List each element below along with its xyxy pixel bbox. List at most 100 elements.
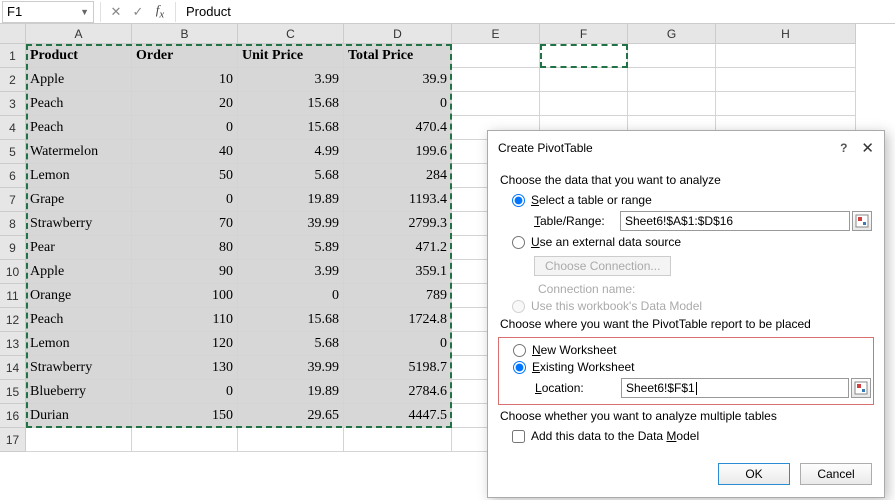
row-header[interactable]: 8	[0, 212, 26, 236]
cell[interactable]: 15.68	[238, 116, 344, 140]
cell[interactable]: Strawberry	[26, 212, 132, 236]
cell[interactable]: 284	[344, 164, 452, 188]
fx-icon[interactable]: fx	[149, 2, 171, 21]
cell[interactable]: 50	[132, 164, 238, 188]
cell[interactable]: 1193.4	[344, 188, 452, 212]
row-header[interactable]: 15	[0, 380, 26, 404]
cancel-formula-icon[interactable]: ✕	[105, 4, 127, 20]
name-box[interactable]: F1 ▼	[2, 1, 94, 23]
cell[interactable]: 20	[132, 92, 238, 116]
col-header-H[interactable]: H	[716, 24, 856, 44]
location-range-picker-icon[interactable]	[851, 378, 871, 398]
row-header[interactable]: 13	[0, 332, 26, 356]
radio-existing-worksheet[interactable]: Existing Worksheet	[513, 360, 871, 374]
cell[interactable]: Lemon	[26, 332, 132, 356]
cell[interactable]	[628, 92, 716, 116]
cell[interactable]: Strawberry	[26, 356, 132, 380]
cell[interactable]	[132, 428, 238, 452]
row-header[interactable]: 6	[0, 164, 26, 188]
col-header-G[interactable]: G	[628, 24, 716, 44]
cell[interactable]: 70	[132, 212, 238, 236]
cell[interactable]: Order	[132, 44, 238, 68]
cell[interactable]: 40	[132, 140, 238, 164]
row-header[interactable]: 9	[0, 236, 26, 260]
cell[interactable]: 90	[132, 260, 238, 284]
row-header[interactable]: 14	[0, 356, 26, 380]
ok-button[interactable]: OK	[718, 463, 790, 485]
cell[interactable]: 19.89	[238, 188, 344, 212]
col-header-F[interactable]: F	[540, 24, 628, 44]
row-header[interactable]: 12	[0, 308, 26, 332]
cell[interactable]: Peach	[26, 308, 132, 332]
cell[interactable]: Durian	[26, 404, 132, 428]
col-header-E[interactable]: E	[452, 24, 540, 44]
row-header[interactable]: 10	[0, 260, 26, 284]
cell[interactable]: Orange	[26, 284, 132, 308]
cell[interactable]: Watermelon	[26, 140, 132, 164]
row-header[interactable]: 11	[0, 284, 26, 308]
chk-add-to-model[interactable]: Add this data to the Data Model	[512, 429, 872, 443]
row-header[interactable]: 4	[0, 116, 26, 140]
cell[interactable]	[716, 92, 856, 116]
row-header[interactable]: 16	[0, 404, 26, 428]
cell[interactable]: 0	[344, 92, 452, 116]
chk-add-to-model-input[interactable]	[512, 430, 525, 443]
cell[interactable]: 0	[344, 332, 452, 356]
cell[interactable]: Lemon	[26, 164, 132, 188]
cell[interactable]: 130	[132, 356, 238, 380]
cell[interactable]: 2799.3	[344, 212, 452, 236]
cell[interactable]: Blueberry	[26, 380, 132, 404]
select-all-corner[interactable]	[0, 24, 26, 44]
dialog-titlebar[interactable]: Create PivotTable ? ✕	[488, 131, 884, 165]
cell[interactable]: 39.99	[238, 356, 344, 380]
cell[interactable]: 3.99	[238, 68, 344, 92]
cell[interactable]: 39.99	[238, 212, 344, 236]
cell[interactable]: 110	[132, 308, 238, 332]
cell[interactable]	[716, 68, 856, 92]
radio-select-table[interactable]: Select a table or range	[512, 193, 872, 207]
col-header-A[interactable]: A	[26, 24, 132, 44]
chevron-down-icon[interactable]: ▼	[80, 7, 89, 17]
cell[interactable]: 199.6	[344, 140, 452, 164]
radio-new-worksheet-input[interactable]	[513, 344, 526, 357]
cell[interactable]: 15.68	[238, 92, 344, 116]
formula-content[interactable]: Product	[180, 4, 895, 19]
cell[interactable]: Apple	[26, 68, 132, 92]
accept-formula-icon[interactable]: ✓	[127, 4, 149, 20]
radio-new-worksheet[interactable]: New Worksheet	[513, 343, 871, 357]
cell[interactable]: 19.89	[238, 380, 344, 404]
cell[interactable]: 39.9	[344, 68, 452, 92]
cell[interactable]: 0	[132, 116, 238, 140]
cell[interactable]: 5198.7	[344, 356, 452, 380]
cell[interactable]	[540, 92, 628, 116]
cell[interactable]	[540, 68, 628, 92]
col-header-B[interactable]: B	[132, 24, 238, 44]
cell[interactable]: 789	[344, 284, 452, 308]
cell[interactable]: 1724.8	[344, 308, 452, 332]
cell[interactable]: 0	[132, 380, 238, 404]
cell[interactable]	[540, 44, 628, 68]
col-header-D[interactable]: D	[344, 24, 452, 44]
cell[interactable]: Total Price	[344, 44, 452, 68]
cancel-button[interactable]: Cancel	[800, 463, 872, 485]
cell[interactable]: Peach	[26, 116, 132, 140]
cell[interactable]	[452, 68, 540, 92]
cell[interactable]: 150	[132, 404, 238, 428]
cell[interactable]	[238, 428, 344, 452]
radio-external-source[interactable]: Use an external data source	[512, 235, 872, 249]
cell[interactable]: Peach	[26, 92, 132, 116]
cell[interactable]: 0	[238, 284, 344, 308]
cell[interactable]: 0	[132, 188, 238, 212]
cell[interactable]	[344, 428, 452, 452]
row-header[interactable]: 2	[0, 68, 26, 92]
help-icon[interactable]: ?	[840, 141, 847, 155]
cell[interactable]: Pear	[26, 236, 132, 260]
cell[interactable]: 80	[132, 236, 238, 260]
cell[interactable]: 5.68	[238, 164, 344, 188]
cell[interactable]	[452, 92, 540, 116]
row-header[interactable]: 5	[0, 140, 26, 164]
cell[interactable]: 120	[132, 332, 238, 356]
cell[interactable]: 100	[132, 284, 238, 308]
row-header[interactable]: 3	[0, 92, 26, 116]
close-icon[interactable]: ✕	[861, 139, 874, 157]
